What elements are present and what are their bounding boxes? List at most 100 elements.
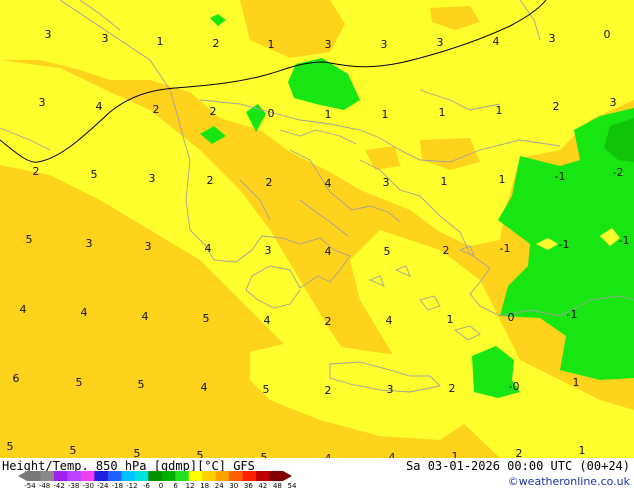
temperature-label: 1 [447, 313, 454, 326]
temperature-label: 4 [264, 314, 271, 327]
scale-swatch [161, 471, 176, 481]
temperature-label: 2 [213, 37, 220, 50]
temperature-label: 5 [384, 245, 391, 258]
temperature-label: 4 [325, 177, 332, 190]
temperature-label: 4 [386, 314, 393, 327]
scale-tick-label: 12 [185, 482, 195, 490]
temperature-label: 3 [149, 172, 156, 185]
temperature-label: 3 [102, 32, 109, 45]
scale-swatch [121, 471, 136, 481]
temperature-label: -1 [567, 308, 578, 321]
temperature-label: 5 [7, 440, 14, 453]
temperature-label: -1 [559, 238, 570, 251]
temperature-label: 2 [443, 244, 450, 257]
temperature-label: 5 [70, 444, 77, 457]
scale-tick-label: 36 [243, 482, 253, 490]
temperature-label: 4 [325, 245, 332, 258]
temperature-label: 1 [382, 108, 389, 121]
scale-swatch [40, 471, 55, 481]
temperature-label: 0 [604, 28, 611, 41]
temperature-label: 5 [138, 378, 145, 391]
temperature-label: 1 [157, 35, 164, 48]
temperature-label: 4 [142, 310, 149, 323]
temperature-label: 3 [39, 96, 46, 109]
temperature-label: 3 [610, 96, 617, 109]
color-scale-bar [18, 471, 292, 481]
temperature-label: 2 [207, 174, 214, 187]
scale-swatch [242, 471, 257, 481]
temperature-label: 2 [553, 100, 560, 113]
temperature-label: 4 [20, 303, 27, 316]
temperature-label: 5 [91, 168, 98, 181]
scale-tick-label: 6 [173, 482, 178, 490]
color-scale-ticks: -54 -48 -42 -38 -30 -24 -18 -12 -6 0 6 12 18 24 30 36 42… [18, 482, 298, 490]
scale-swatch [202, 471, 217, 481]
scale-swatch [53, 471, 68, 481]
scale-tick-label: -48 [38, 482, 51, 490]
temperature-label: 3 [145, 240, 152, 253]
temperature-label: 1 [441, 175, 448, 188]
temperature-label: 1 [499, 173, 506, 186]
scale-tick-label: -54 [24, 482, 36, 490]
temperature-label: 2 [153, 103, 160, 116]
scale-swatch [215, 471, 230, 481]
temperature-label: 2 [516, 447, 523, 458]
temperature-label: 0 [268, 107, 275, 120]
weather-map: 3 3 1 2 1 3 3 3 4 3 0 3 4 2 2 0 1 1 1 1 2 3 2 5 3 2 2 4 3 1 1 -1 -2 5 3 3 4 3… [0, 0, 634, 458]
scale-swatch [175, 471, 190, 481]
temperature-label: 1 [325, 108, 332, 121]
temperature-label: 5 [134, 447, 141, 458]
temperature-label: 4 [205, 242, 212, 255]
temperature-label: -0 [509, 380, 520, 393]
temperature-label: 4 [201, 381, 208, 394]
scale-swatch [27, 471, 41, 481]
temperature-label: -1 [500, 242, 511, 255]
scale-tick-label: 54 [287, 482, 297, 490]
temperature-label: 3 [86, 237, 93, 250]
temperature-label: 2 [449, 382, 456, 395]
temperature-label: 1 [573, 376, 580, 389]
scale-tick-label: 30 [229, 482, 239, 490]
temperature-label: -1 [555, 170, 566, 183]
scale-tick-label: 48 [272, 482, 282, 490]
temperature-label: 3 [383, 176, 390, 189]
temperature-label: 2 [266, 176, 273, 189]
temperature-label: 3 [265, 244, 272, 257]
valid-time: Sa 03-01-2026 00:00 UTC (00+24) [406, 459, 630, 473]
temperature-label: 1 [452, 450, 459, 458]
temperature-label: 3 [437, 36, 444, 49]
scale-tick-label: -12 [126, 482, 138, 490]
scale-arrow-right [283, 471, 292, 481]
temperature-label: 5 [197, 449, 204, 458]
scale-tick-label: 18 [200, 482, 210, 490]
scale-swatch [269, 471, 284, 481]
map-canvas: 3 3 1 2 1 3 3 3 4 3 0 3 4 2 2 0 1 1 1 1 2 3 2 5 3 2 2 4 3 1 1 -1 -2 5 3 3 4 3… [0, 0, 634, 458]
temperature-label: 1 [268, 38, 275, 51]
temperature-label: 5 [76, 376, 83, 389]
temperature-label: 1 [579, 444, 586, 457]
scale-arrow-left [18, 471, 27, 481]
scale-tick-label: -24 [97, 482, 109, 490]
temperature-label: 4 [493, 35, 500, 48]
temperature-label: 3 [325, 38, 332, 51]
scale-swatch [148, 471, 163, 481]
scale-swatch [67, 471, 82, 481]
temperature-label: 2 [33, 165, 40, 178]
scale-tick-label: -42 [53, 482, 65, 490]
scale-tick-label: -18 [111, 482, 124, 490]
scale-tick-label: -30 [82, 482, 94, 490]
temperature-label: 5 [203, 312, 210, 325]
temperature-label: 5 [26, 233, 33, 246]
scale-tick-label: -6 [142, 482, 150, 490]
temperature-label: 2 [210, 105, 217, 118]
temperature-label: 4 [81, 306, 88, 319]
temperature-label: 5 [261, 451, 268, 458]
temperature-label: -2 [613, 166, 624, 179]
temperature-label: 2 [325, 315, 332, 328]
scale-tick-label: 42 [258, 482, 268, 490]
scale-swatch [94, 471, 109, 481]
scale-swatch [134, 471, 149, 481]
temperature-label: 3 [387, 383, 394, 396]
credit-link[interactable]: ©weatheronline.co.uk [508, 475, 630, 488]
temperature-label: 6 [13, 372, 20, 385]
